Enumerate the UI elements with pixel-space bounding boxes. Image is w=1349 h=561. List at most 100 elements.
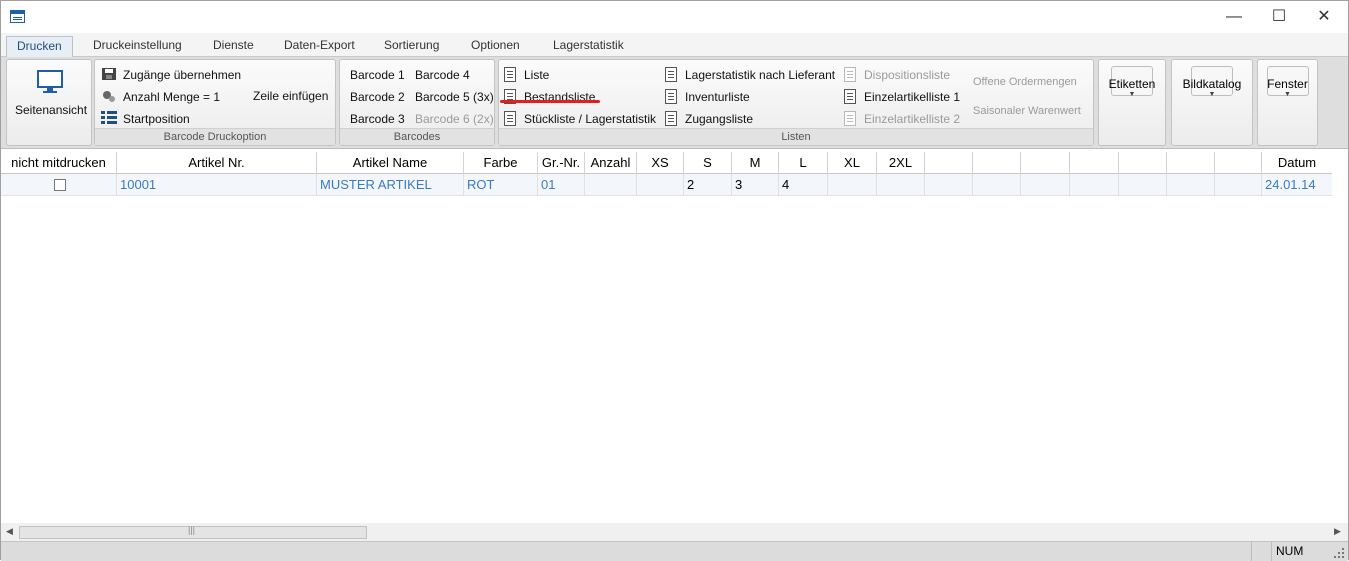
table-cell-empty[interactable] <box>925 174 973 196</box>
col-header-gr-nr[interactable]: Gr.-Nr. <box>538 152 585 174</box>
table-cell-l[interactable]: 4 <box>779 174 828 196</box>
article-grid: nicht mitdrucken Artikel Nr. Artikel Nam… <box>1 152 1348 522</box>
barcode-2-button[interactable]: Barcode 2 <box>350 89 405 105</box>
tab-lagerstatistik[interactable]: Lagerstatistik <box>543 36 634 57</box>
table-cell-s[interactable]: 2 <box>684 174 732 196</box>
col-header-datum[interactable]: Datum <box>1262 152 1332 174</box>
app-icon <box>10 10 25 23</box>
col-header-empty[interactable] <box>1070 152 1119 174</box>
col-header-anzahl[interactable]: Anzahl <box>585 152 637 174</box>
table-cell-xs[interactable] <box>637 174 684 196</box>
saisonaler-warenwert-button[interactable]: Saisonaler Warenwert <box>973 103 1081 119</box>
fenster-button[interactable]: Fenster ▼ <box>1257 59 1318 146</box>
scroll-left-icon[interactable]: ◀ <box>6 526 13 537</box>
table-cell-gr-nr[interactable]: 01 <box>538 174 585 196</box>
seitenansicht-button[interactable]: Seitenansicht <box>6 59 92 146</box>
stueckliste-label: Stückliste / Lagerstatistik <box>524 112 657 126</box>
tab-sortierung[interactable]: Sortierung <box>374 36 449 57</box>
table-cell-empty[interactable] <box>1070 174 1119 196</box>
nicht-mitdrucken-checkbox[interactable] <box>54 179 66 191</box>
dispositionsliste-button[interactable]: Dispositionsliste <box>844 67 950 83</box>
col-header-2xl[interactable]: 2XL <box>877 152 925 174</box>
col-header-empty[interactable] <box>1021 152 1070 174</box>
zugangsliste-button[interactable]: Zugangsliste <box>665 111 753 127</box>
ribbon: Seitenansicht Zugänge übernehmen Anzahl … <box>1 57 1348 149</box>
col-header-empty[interactable] <box>1167 152 1215 174</box>
col-header-empty[interactable] <box>973 152 1021 174</box>
liste-button[interactable]: Liste <box>504 67 549 83</box>
document-icon <box>504 111 516 126</box>
document-icon <box>665 89 677 104</box>
col-header-farbe[interactable]: Farbe <box>464 152 538 174</box>
inventurliste-button[interactable]: Inventurliste <box>665 89 750 105</box>
offene-ordermengen-button[interactable]: Offene Ordermengen <box>973 74 1077 90</box>
barcode-1-button[interactable]: Barcode 1 <box>350 67 405 83</box>
table-cell-empty[interactable] <box>1021 174 1070 196</box>
anzahl-label: Anzahl Menge = 1 <box>123 90 221 104</box>
table-cell-empty[interactable] <box>1167 174 1215 196</box>
zugaenge-uebernehmen-button[interactable]: Zugänge übernehmen <box>101 67 241 83</box>
monitor-icon <box>37 70 63 93</box>
einzelartikelliste-1-button[interactable]: Einzelartikelliste 1 <box>844 89 960 105</box>
table-cell-empty[interactable] <box>973 174 1021 196</box>
maximize-button[interactable]: ☐ <box>1268 6 1290 28</box>
resize-grip-icon[interactable] <box>1333 547 1345 559</box>
table-cell-artikel-nr[interactable]: 10001 <box>117 174 317 196</box>
barcode-5-button[interactable]: Barcode 5 (3x) <box>415 89 494 105</box>
barcode-6-button[interactable]: Barcode 6 (2x) <box>415 111 494 127</box>
anzahl-menge-button[interactable]: Anzahl Menge = 1 <box>101 89 220 105</box>
table-cell-artikel-name[interactable]: MUSTER ARTIKEL <box>317 174 464 196</box>
scroll-right-icon[interactable]: ▶ <box>1334 526 1341 537</box>
col-header-l[interactable]: L <box>779 152 828 174</box>
zugaenge-label: Zugänge übernehmen <box>123 68 242 82</box>
etiketten-button[interactable]: Etiketten ▼ <box>1098 59 1166 146</box>
lagerstatistik-lieferant-label: Lagerstatistik nach Lieferant <box>685 68 836 82</box>
col-header-xl[interactable]: XL <box>828 152 877 174</box>
dispositionsliste-label: Dispositionsliste <box>864 68 951 82</box>
inventurliste-label: Inventurliste <box>685 90 750 104</box>
table-cell-empty[interactable] <box>1119 174 1167 196</box>
col-header-empty[interactable] <box>1119 152 1167 174</box>
col-header-empty <box>1215 152 1262 174</box>
barcode-3-button[interactable]: Barcode 3 <box>350 111 405 127</box>
document-icon <box>665 67 677 82</box>
lagerstatistik-lieferant-button[interactable]: Lagerstatistik nach Lieferant <box>665 67 835 83</box>
etiketten-label: Etiketten <box>1108 77 1156 91</box>
einzelartikelliste-2-button[interactable]: Einzelartikelliste 2 <box>844 111 960 127</box>
table-cell-farbe[interactable]: ROT <box>464 174 538 196</box>
table-cell-2xl[interactable] <box>877 174 925 196</box>
table-cell-datum[interactable]: 24.01.14 <box>1262 174 1332 196</box>
table-cell-empty[interactable] <box>1215 174 1262 196</box>
col-header-s[interactable]: S <box>684 152 732 174</box>
title-bar: — ☐ ✕ <box>1 1 1348 33</box>
col-header-artikel-nr[interactable]: Artikel Nr. <box>117 152 317 174</box>
tab-druckeinstellung[interactable]: Druckeinstellung <box>83 36 192 57</box>
tab-optionen[interactable]: Optionen <box>461 36 530 57</box>
table-cell-anzahl[interactable] <box>585 174 637 196</box>
document-icon <box>504 67 516 82</box>
startposition-button[interactable]: Startposition <box>101 111 190 127</box>
col-header-empty[interactable] <box>925 152 973 174</box>
app-window: — ☐ ✕ Drucken Druckeinstellung Dienste D… <box>0 0 1349 561</box>
tab-daten-export[interactable]: Daten-Export <box>274 36 365 57</box>
col-header-nicht-mitdrucken[interactable]: nicht mitdrucken <box>1 152 117 174</box>
close-button[interactable]: ✕ <box>1313 6 1335 28</box>
table-cell-xl[interactable] <box>828 174 877 196</box>
stueckliste-button[interactable]: Stückliste / Lagerstatistik <box>504 111 656 127</box>
col-header-artikel-name[interactable]: Artikel Name <box>317 152 464 174</box>
bildkatalog-button[interactable]: Bildkatalog ▼ <box>1171 59 1253 146</box>
barcode-4-button[interactable]: Barcode 4 <box>415 67 470 83</box>
chevron-down-icon: ▼ <box>1208 91 1216 98</box>
table-cell-m[interactable]: 3 <box>732 174 779 196</box>
document-icon <box>844 67 856 82</box>
scrollbar-thumb[interactable]: ||| <box>19 525 367 539</box>
startposition-label: Startposition <box>123 112 190 126</box>
tab-drucken[interactable]: Drucken <box>6 36 73 57</box>
tab-dienste[interactable]: Dienste <box>203 36 264 57</box>
horizontal-scrollbar[interactable]: ◀ ||| ▶ <box>1 523 1348 541</box>
zeile-einfuegen-button[interactable]: Zeile einfügen <box>253 88 328 104</box>
document-icon <box>665 111 677 126</box>
col-header-xs[interactable]: XS <box>637 152 684 174</box>
col-header-m[interactable]: M <box>732 152 779 174</box>
minimize-button[interactable]: — <box>1223 6 1245 28</box>
